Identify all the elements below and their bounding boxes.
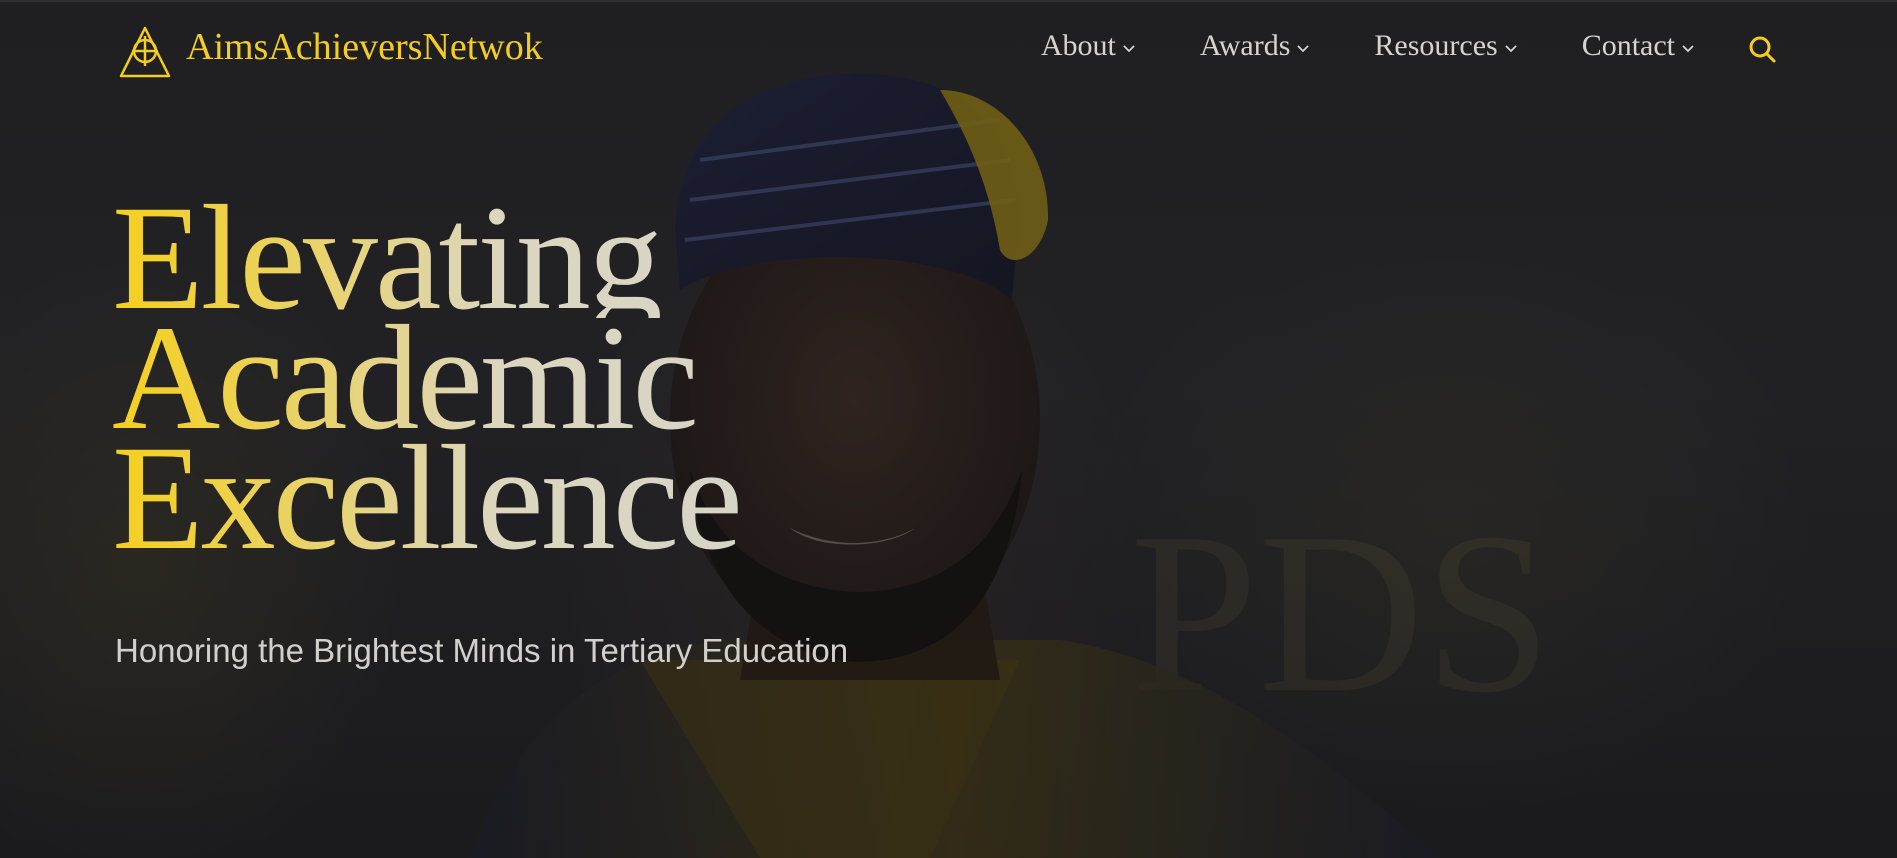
menu-item-awards[interactable]: Awards	[1200, 29, 1311, 63]
brand-link[interactable]: AimsAchieversNetwok	[118, 24, 543, 80]
menu-item-about[interactable]: About	[1041, 29, 1136, 63]
brand-name: AimsAchieversNetwok	[186, 26, 543, 68]
menu-item-label: About	[1040, 29, 1116, 62]
menu-item-label: Awards	[1199, 29, 1291, 62]
chevron-down-icon	[1297, 45, 1310, 53]
headline-line: Excellence	[112, 415, 743, 581]
top-navigation: AimsAchieversNetwok About Awards Resourc…	[0, 0, 1897, 100]
chevron-down-icon	[1505, 45, 1517, 53]
hero-headline: Elevating Academic Excellence	[112, 183, 743, 581]
brand-logo-icon	[119, 26, 171, 78]
chevron-down-icon	[1682, 45, 1694, 53]
chevron-down-icon	[1123, 45, 1135, 53]
hero-subtitle: Honoring the Brightest Minds in Tertiary…	[115, 632, 849, 669]
menu-item-resources[interactable]: Resources	[1374, 29, 1517, 63]
menu-item-label: Resources	[1374, 29, 1498, 62]
hero-section: PDS AimsAchieversNetwok About Awards Res…	[0, 0, 1897, 858]
search-icon[interactable]	[1747, 34, 1777, 64]
menu-item-label: Contact	[1581, 29, 1675, 62]
main-menu: About Awards Resources Contact	[1041, 28, 1777, 64]
menu-item-contact[interactable]: Contact	[1582, 29, 1695, 63]
